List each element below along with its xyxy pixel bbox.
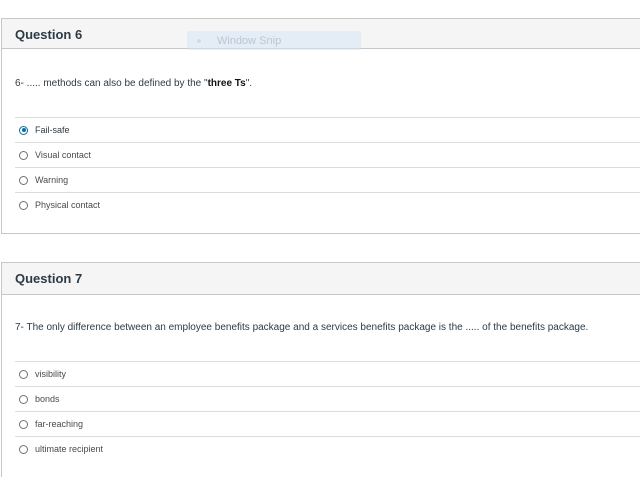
answer-option-label: far-reaching xyxy=(35,419,84,429)
answer-option-label: ultimate recipient xyxy=(35,444,104,454)
window-snip-label: Window Snip xyxy=(217,34,282,47)
answer-option-label: Visual contact xyxy=(35,150,91,160)
answer-option[interactable]: Physical contact xyxy=(15,192,640,217)
question-6-title: Question 6 xyxy=(15,27,83,42)
window-snip-overlay: Window Snip xyxy=(187,31,361,50)
radio-icon[interactable] xyxy=(19,419,28,429)
question-7-text: 7- The only difference between an employ… xyxy=(15,322,589,333)
answer-option[interactable]: Fail-safe xyxy=(15,117,640,142)
radio-icon[interactable] xyxy=(19,175,28,185)
question-7-title: Question 7 xyxy=(15,271,83,286)
radio-selected-icon[interactable] xyxy=(19,125,28,135)
radio-icon[interactable] xyxy=(19,394,28,404)
radio-icon[interactable] xyxy=(19,369,28,379)
answer-option[interactable]: Warning xyxy=(15,167,640,192)
radio-icon[interactable] xyxy=(19,444,28,454)
radio-icon[interactable] xyxy=(19,200,28,210)
answer-option-label: Warning xyxy=(35,175,69,185)
question-7-card: Question 7 7- The only difference betwee… xyxy=(1,262,640,477)
question-6-text-end: ". xyxy=(245,78,253,89)
radio-icon[interactable] xyxy=(19,150,28,160)
question-6-card: Question 6 6- ..... methods can also be … xyxy=(1,18,640,234)
answer-option-label: visibility xyxy=(35,369,67,379)
question-6-text-start: 6- ..... methods can also be defined by … xyxy=(15,78,208,89)
answer-option[interactable]: ultimate recipient xyxy=(15,436,640,461)
snip-indicator-icon xyxy=(197,38,201,43)
question-6-text-bold: three Ts xyxy=(207,78,246,89)
answer-option-label: Fail-safe xyxy=(35,125,70,135)
answer-option-label: Physical contact xyxy=(35,200,101,210)
answer-option[interactable]: far-reaching xyxy=(15,411,640,436)
answer-option[interactable]: Visual contact xyxy=(15,142,640,167)
answer-option[interactable]: visibility xyxy=(15,361,640,386)
question-7-options: visibility bonds far-reaching ultimate r… xyxy=(15,361,640,461)
question-6-text: 6- ..... methods can also be defined by … xyxy=(2,78,252,89)
question-6-options: Fail-safe Visual contact Warning Physica… xyxy=(15,117,640,217)
answer-option-label: bonds xyxy=(35,394,60,404)
question-7-header: Question 7 xyxy=(2,263,640,295)
answer-option[interactable]: bonds xyxy=(15,386,640,411)
